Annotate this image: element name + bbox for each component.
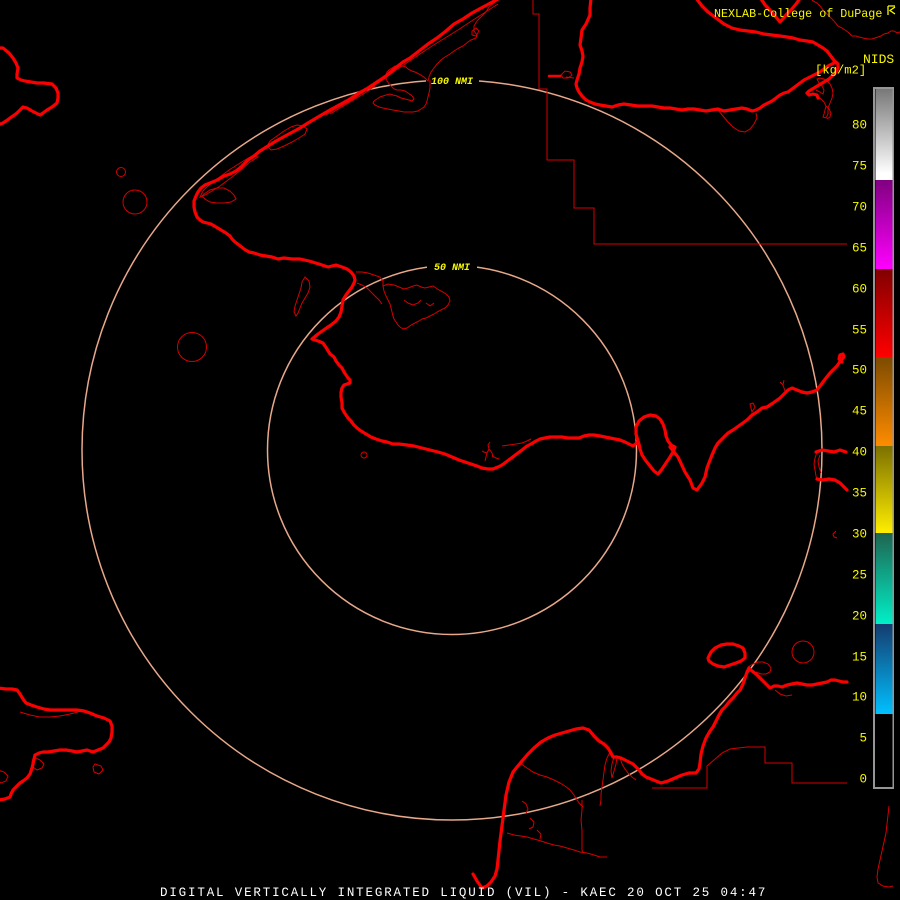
- svg-text:55: 55: [852, 324, 867, 338]
- svg-text:10: 10: [852, 691, 867, 705]
- svg-text:65: 65: [852, 242, 867, 256]
- svg-text:80: 80: [852, 119, 867, 133]
- svg-text:30: 30: [852, 528, 867, 542]
- svg-text:25: 25: [852, 569, 867, 583]
- svg-text:5: 5: [859, 732, 867, 746]
- svg-text:60: 60: [852, 283, 867, 297]
- svg-text:75: 75: [852, 160, 867, 174]
- svg-text:40: 40: [852, 446, 867, 460]
- svg-text:50 NMI: 50 NMI: [434, 263, 470, 274]
- svg-text:70: 70: [852, 201, 867, 215]
- svg-text:DIGITAL VERTICALLY INTEGRATED: DIGITAL VERTICALLY INTEGRATED LIQUID (VI…: [160, 886, 767, 900]
- svg-text:45: 45: [852, 405, 867, 419]
- svg-text:20: 20: [852, 610, 867, 624]
- svg-text:NIDS: NIDS: [863, 52, 894, 67]
- svg-text:35: 35: [852, 487, 867, 501]
- svg-text:0: 0: [859, 773, 867, 787]
- svg-text:NEXLAB-College of DuPage: NEXLAB-College of DuPage: [714, 7, 882, 21]
- svg-text:100 NMI: 100 NMI: [431, 77, 473, 88]
- svg-text:[kg/m2]: [kg/m2]: [815, 64, 866, 78]
- svg-text:50: 50: [852, 364, 867, 378]
- svg-text:15: 15: [852, 651, 867, 665]
